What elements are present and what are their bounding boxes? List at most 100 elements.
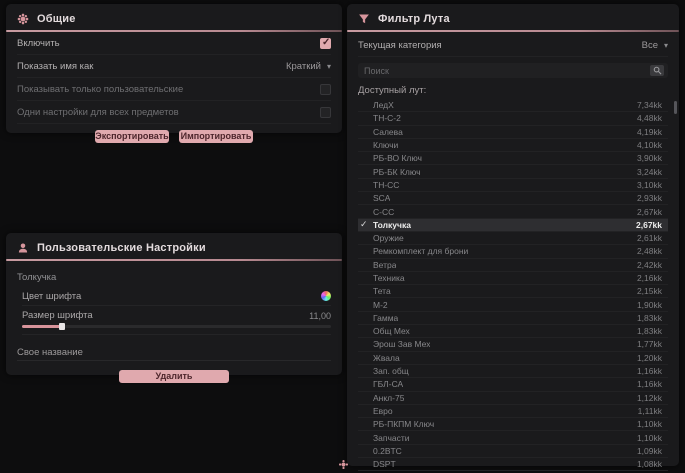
loot-value: 1,83kk <box>637 313 662 323</box>
gear-icon <box>17 13 29 25</box>
slider-handle[interactable] <box>59 323 65 330</box>
category-select[interactable]: Все ▾ <box>642 40 668 51</box>
loot-name: М-2 <box>373 300 388 310</box>
overlay-toggle-icon[interactable] <box>338 459 349 470</box>
category-label: Текущая категория <box>358 40 442 51</box>
user-icon <box>17 242 29 254</box>
font-size-value: 11,00 <box>309 311 331 321</box>
loot-value: 2,15kk <box>637 286 662 296</box>
enable-checkbox[interactable] <box>320 38 331 49</box>
loot-row[interactable]: ✓ РБ-БК Ключ 3,24kk <box>358 165 668 178</box>
search-input[interactable] <box>364 66 650 76</box>
loot-name: ГБЛ-СА <box>373 379 403 389</box>
loot-row[interactable]: ✓ Эрош Зав Мех 1,77kk <box>358 338 668 351</box>
loot-row[interactable]: ✓ С-СС 2,67kk <box>358 205 668 218</box>
loot-name: ТН-С-2 <box>373 113 401 123</box>
loot-value: 1,11kk <box>638 406 662 416</box>
loot-value: 2,93kk <box>637 193 662 203</box>
loot-row[interactable]: ✓ Анкл-75 1,12kk <box>358 392 668 405</box>
loot-row[interactable]: ✓ Зап. общ 1,16kk <box>358 365 668 378</box>
loot-name: Зап. общ <box>373 366 409 376</box>
loot-row[interactable]: ✓ ТН-СС 3,10kk <box>358 179 668 192</box>
loot-name: Толкучка <box>373 220 411 230</box>
export-button[interactable]: Экспортировать <box>95 130 169 143</box>
loot-row[interactable]: ✓ Техника 2,16kk <box>358 272 668 285</box>
font-size-slider[interactable] <box>22 325 331 328</box>
loot-row[interactable]: ✓ ГБЛ-СА 1,16kk <box>358 378 668 391</box>
loot-value: 1,83kk <box>637 326 662 336</box>
loot-row[interactable]: ✓ Жвала 1,20kk <box>358 352 668 365</box>
loot-name: Гамма <box>373 313 398 323</box>
font-size-label: Размер шрифта <box>22 310 93 321</box>
loot-value: 2,61kk <box>637 233 662 243</box>
font-size-row: Размер шрифта 11,00 <box>22 306 331 335</box>
loot-row[interactable]: ✓ Гамма 1,83kk <box>358 312 668 325</box>
loot-value: 1,10kk <box>637 419 662 429</box>
loot-row[interactable]: ✓ Ремкомплект для брони 2,48kk <box>358 245 668 258</box>
scrollbar-thumb[interactable] <box>674 101 677 114</box>
category-value: Все <box>642 40 658 51</box>
loot-value: 1,10kk <box>637 433 662 443</box>
import-button[interactable]: Импортировать <box>179 130 253 143</box>
loot-name: 0.2BTC <box>373 446 402 456</box>
loot-row[interactable]: ✓ Толкучка 2,67kk <box>358 219 668 232</box>
loot-name: ЛедХ <box>373 100 394 110</box>
font-settings-block: Цвет шрифта Размер шрифта 11,00 <box>22 287 331 335</box>
loot-row[interactable]: ✓ Ветра 2,42kk <box>358 259 668 272</box>
color-picker-icon[interactable] <box>321 291 331 301</box>
loot-value: 3,24kk <box>637 167 662 177</box>
loot-value: 7,34kk <box>637 100 662 110</box>
loot-row[interactable]: ✓ ЛедХ 7,34kk <box>358 99 668 112</box>
delete-button[interactable]: Удалить <box>119 370 229 383</box>
loot-name: РБ-ВО Ключ <box>373 153 422 163</box>
category-row: Текущая категория Все ▾ <box>358 35 668 57</box>
loot-name: ТН-СС <box>373 180 399 190</box>
loot-row[interactable]: ✓ Евро 1,11kk <box>358 405 668 418</box>
search-button[interactable] <box>650 65 664 76</box>
loot-name: Тета <box>373 286 391 296</box>
setting-row-same-settings: Одни настройки для всех предметов <box>17 101 331 124</box>
loot-row[interactable]: ✓ DSPT 1,08kk <box>358 458 668 471</box>
chevron-down-icon: ▾ <box>327 62 331 71</box>
loot-value: 2,67kk <box>637 207 662 217</box>
loot-name: Запчасти <box>373 433 410 443</box>
loot-value: 2,67kk <box>636 220 662 230</box>
loot-row[interactable]: ✓ Оружие 2,61kk <box>358 232 668 245</box>
only-custom-checkbox[interactable] <box>320 84 331 95</box>
loot-filter-header: Фильтр Лута <box>358 4 668 26</box>
name-mode-select[interactable]: Краткий ▾ <box>286 61 331 72</box>
loot-row[interactable]: ✓ Тета 2,15kk <box>358 285 668 298</box>
loot-value: 1,09kk <box>637 446 662 456</box>
loot-row[interactable]: ✓ ТН-С-2 4,48kk <box>358 112 668 125</box>
loot-name: С-СС <box>373 207 394 217</box>
export-import-row: Экспортировать Импортировать <box>17 130 331 143</box>
loot-name: Евро <box>373 406 393 416</box>
header-accent-line <box>347 30 679 32</box>
loot-value: 1,77kk <box>637 339 662 349</box>
loot-row[interactable]: ✓ Запчасти 1,10kk <box>358 431 668 444</box>
loot-row[interactable]: ✓ Ключи 4,10kk <box>358 139 668 152</box>
loot-filter-panel: Фильтр Лута Текущая категория Все ▾ Дост… <box>347 4 679 466</box>
loot-value: 2,48kk <box>637 246 662 256</box>
loot-row[interactable]: ✓ Общ Мех 1,83kk <box>358 325 668 338</box>
loot-value: 2,16kk <box>637 273 662 283</box>
same-settings-label: Одни настройки для всех предметов <box>17 107 179 118</box>
general-panel-header: Общие <box>17 4 331 26</box>
general-panel: Общие Включить Показать имя как Краткий … <box>6 4 342 133</box>
loot-row[interactable]: ✓ РБ-ПКПМ Ключ 1,10kk <box>358 418 668 431</box>
loot-row[interactable]: ✓ SCA 2,93kk <box>358 192 668 205</box>
loot-name: РБ-ПКПМ Ключ <box>373 419 434 429</box>
loot-value: 1,16kk <box>637 366 662 376</box>
loot-row[interactable]: ✓ Салева 4,19kk <box>358 126 668 139</box>
loot-row[interactable]: ✓ РБ-ВО Ключ 3,90kk <box>358 152 668 165</box>
setting-row-only-custom: Показывать только пользовательские <box>17 78 331 101</box>
loot-name: Общ Мех <box>373 326 410 336</box>
loot-value: 1,16kk <box>637 379 662 389</box>
loot-name: DSPT <box>373 459 396 469</box>
same-settings-checkbox[interactable] <box>320 107 331 118</box>
custom-name-input[interactable] <box>17 344 331 361</box>
loot-row[interactable]: ✓ М-2 1,90kk <box>358 298 668 311</box>
loot-value: 4,19kk <box>637 127 662 137</box>
loot-name: SCA <box>373 193 390 203</box>
loot-row[interactable]: ✓ 0.2BTC 1,09kk <box>358 445 668 458</box>
